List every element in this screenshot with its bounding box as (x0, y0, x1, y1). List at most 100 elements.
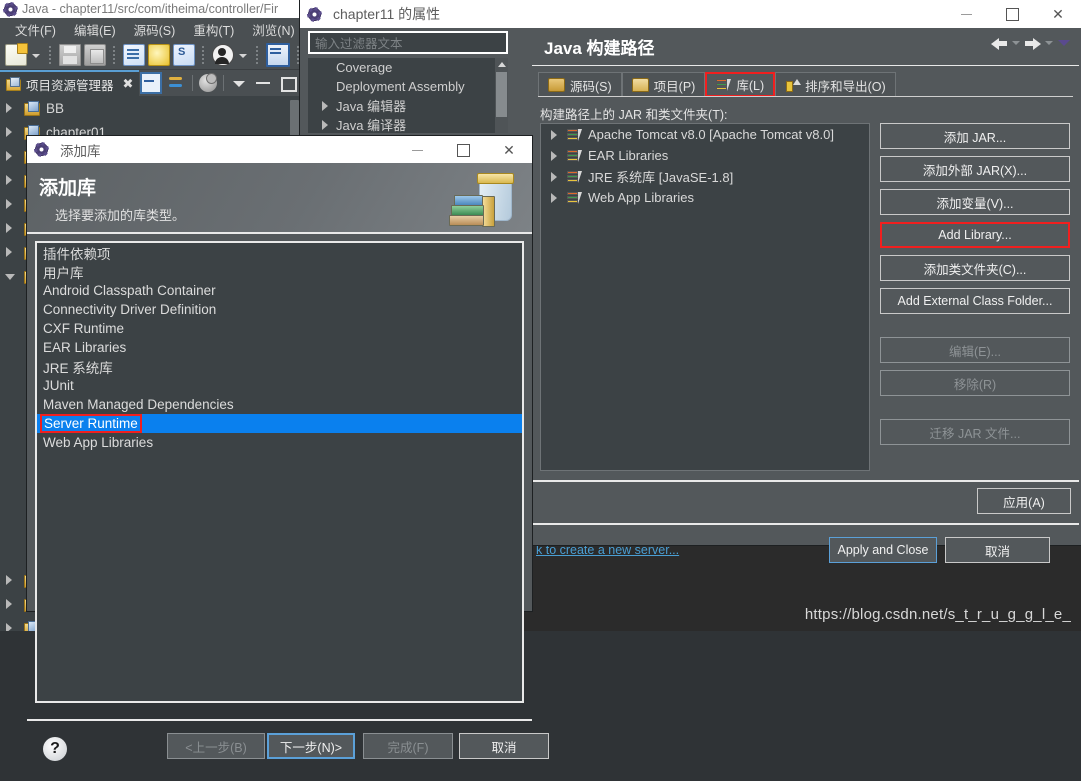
add-external-jar-button[interactable]: 添加外部 JAR(X)... (880, 156, 1070, 182)
nav-item-java-editor[interactable]: Java 编辑器 (308, 96, 508, 115)
back-dropdown-icon[interactable] (1011, 35, 1021, 49)
tab-order-and-export[interactable]: 排序和导出(O) (775, 72, 896, 97)
expand-arrow-icon[interactable] (549, 150, 561, 162)
list-item-server-runtime[interactable]: Server Runtime (37, 414, 522, 433)
view-menu-icon[interactable] (1057, 35, 1071, 49)
maximize-icon[interactable] (278, 74, 297, 92)
back-arrow-icon[interactable] (991, 34, 1008, 50)
list-item[interactable]: Connectivity Driver Definition (37, 300, 522, 319)
expand-arrow-icon[interactable] (320, 119, 332, 131)
new-document-icon[interactable] (5, 42, 28, 66)
properties-tree-scrollbar[interactable] (495, 58, 508, 133)
next-button[interactable]: 下一步(N)> (267, 733, 355, 759)
expand-arrow-icon[interactable] (4, 150, 16, 162)
expand-arrow-icon[interactable] (4, 222, 16, 234)
list-item-label: EAR Libraries (43, 340, 127, 355)
list-item[interactable]: Android Classpath Container (37, 281, 522, 300)
cancel-button[interactable]: 取消 (945, 537, 1050, 563)
collapse-all-icon[interactable] (140, 72, 162, 94)
expand-arrow-icon[interactable] (549, 192, 561, 204)
nav-item-deployment-assembly[interactable]: Deployment Assembly (308, 77, 508, 96)
list-item[interactable]: JRE 系统库 (37, 357, 522, 376)
save-icon[interactable] (59, 43, 81, 66)
add-jar-button[interactable]: 添加 JAR... (880, 123, 1070, 149)
forward-dropdown-icon[interactable] (1044, 35, 1054, 49)
list-item[interactable]: CXF Runtime (37, 319, 522, 338)
view-menu-icon[interactable] (230, 74, 248, 92)
expand-arrow-icon[interactable] (4, 174, 16, 186)
add-library-banner: 添加库 选择要添加的库类型。 (27, 163, 532, 233)
menu-source[interactable]: 源码(S) (125, 18, 185, 41)
list-item[interactable]: EAR Libraries (541, 145, 869, 166)
quick-fix-icon[interactable] (148, 43, 170, 66)
expand-arrow-icon[interactable] (4, 622, 16, 631)
menu-edit[interactable]: 编辑(E) (65, 18, 125, 41)
minimize-icon[interactable] (943, 0, 989, 28)
tab-project-explorer[interactable]: 项目资源管理器 ✖ (0, 70, 140, 96)
list-item-label: JUnit (43, 378, 74, 393)
menu-refactor[interactable]: 重构(T) (184, 18, 243, 41)
list-item[interactable]: Web App Libraries (37, 433, 522, 452)
minimize-icon[interactable] (254, 74, 272, 92)
tab-source[interactable]: 源码(S) (538, 72, 622, 97)
scrollbar-thumb[interactable] (496, 72, 507, 117)
list-item[interactable]: JUnit (37, 376, 522, 395)
close-icon[interactable]: ✖ (123, 76, 134, 92)
filter-input[interactable]: 输入过滤器文本 (308, 31, 508, 54)
add-class-folder-button[interactable]: 添加类文件夹(C)... (880, 255, 1070, 281)
new-dropdown-icon[interactable] (30, 45, 42, 65)
help-icon[interactable]: ? (43, 737, 67, 761)
new-servlet-icon[interactable] (173, 43, 195, 66)
console-icon[interactable] (266, 42, 290, 67)
expand-arrow-icon[interactable] (4, 246, 16, 258)
expand-arrow-icon[interactable] (4, 102, 16, 114)
list-item[interactable]: JRE 系统库 [JavaSE-1.8] (541, 166, 869, 187)
expand-arrow-icon[interactable] (320, 100, 332, 112)
user-dropdown-icon[interactable] (237, 45, 249, 65)
user-icon[interactable] (212, 43, 234, 66)
list-item[interactable]: 用户库 (37, 262, 522, 281)
expand-arrow-icon[interactable] (4, 126, 16, 138)
forward-arrow-icon[interactable] (1024, 34, 1041, 50)
add-external-class-folder-button[interactable]: Add External Class Folder... (880, 288, 1070, 314)
list-item[interactable]: Apache Tomcat v8.0 [Apache Tomcat v8.0] (541, 124, 869, 145)
minimize-icon[interactable] (394, 136, 440, 164)
cancel-button[interactable]: 取消 (459, 733, 549, 759)
nav-item-java-compiler[interactable]: Java 编译器 (308, 115, 508, 133)
expand-arrow-icon[interactable] (4, 598, 16, 610)
add-variable-button[interactable]: 添加变量(V)... (880, 189, 1070, 215)
collapse-arrow-icon[interactable] (4, 270, 16, 282)
project-icon (24, 100, 40, 116)
tree-item-bb[interactable]: BB (0, 96, 288, 120)
list-item[interactable]: Maven Managed Dependencies (37, 395, 522, 414)
build-path-entries-list[interactable]: Apache Tomcat v8.0 [Apache Tomcat v8.0] … (540, 123, 870, 471)
nav-item-coverage[interactable]: Coverage (308, 58, 508, 77)
list-item[interactable]: Web App Libraries (541, 187, 869, 208)
scroll-up-arrow-icon[interactable] (498, 62, 506, 67)
library-type-list[interactable]: 插件依赖项 用户库 Android Classpath Container Co… (35, 241, 524, 703)
focus-on-active-task-icon[interactable] (199, 73, 217, 92)
add-library-button[interactable]: Add Library... (880, 222, 1070, 248)
expand-arrow-icon[interactable] (4, 574, 16, 586)
tab-libraries[interactable]: 库(L) (705, 72, 776, 97)
list-item-label: Maven Managed Dependencies (43, 397, 234, 412)
tab-projects[interactable]: 项目(P) (621, 72, 706, 97)
maximize-icon[interactable] (440, 136, 486, 164)
apply-and-close-button[interactable]: Apply and Close (829, 537, 937, 563)
menu-file[interactable]: 文件(F) (6, 18, 65, 41)
expand-arrow-icon[interactable] (4, 198, 16, 210)
close-icon[interactable]: ✕ (1035, 0, 1081, 28)
new-java-file-icon[interactable] (123, 43, 145, 66)
expand-arrow-icon[interactable] (549, 129, 561, 141)
expand-arrow-icon[interactable] (549, 171, 561, 183)
save-all-icon[interactable] (84, 43, 106, 66)
menu-navigate[interactable]: 浏览(N) (243, 18, 303, 41)
close-icon[interactable]: ✕ (486, 136, 532, 164)
properties-page-tree[interactable]: Coverage Deployment Assembly Java 编辑器 Ja… (308, 58, 508, 133)
create-new-server-link[interactable]: k to create a new server... (536, 543, 679, 557)
apply-button[interactable]: 应用(A) (977, 488, 1071, 514)
list-item[interactable]: EAR Libraries (37, 338, 522, 357)
list-item[interactable]: 插件依赖项 (37, 243, 522, 262)
maximize-icon[interactable] (989, 0, 1035, 28)
link-with-editor-icon[interactable] (168, 74, 186, 92)
